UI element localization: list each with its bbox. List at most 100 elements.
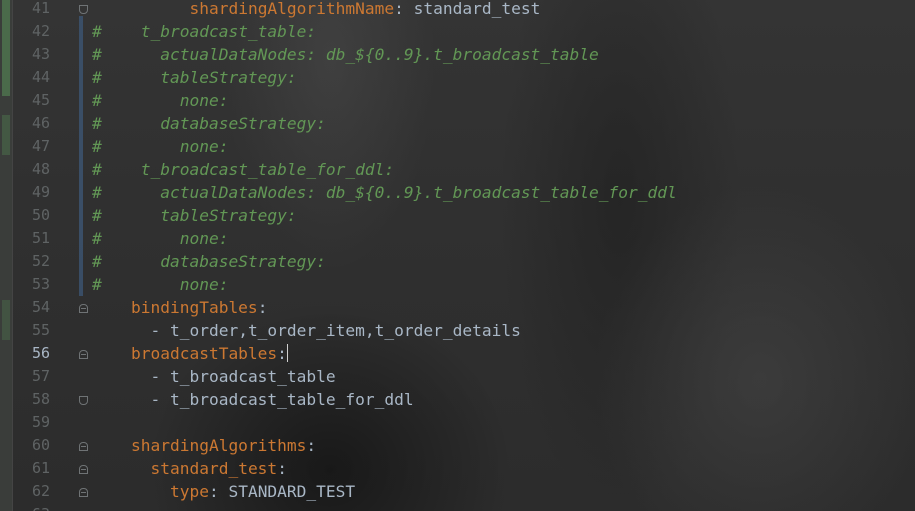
code-line[interactable]: # none: (92, 135, 228, 158)
fold-toggle-icon[interactable] (79, 5, 88, 14)
code-line[interactable] (92, 503, 112, 511)
line-number: 48 (31, 160, 50, 178)
line-number-gutter: 41 42 43 44 45 46 47 48 49 50 51 52 53 54 55 56 57 58 59 60… (12, 0, 74, 511)
fold-toggle-icon[interactable] (79, 465, 88, 474)
yaml-value: - t_order,t_order_item,t_order_details (150, 321, 521, 340)
line-number: 60 (31, 436, 50, 454)
comment-text: tableStrategy: (101, 68, 297, 87)
comment-text: databaseStrategy: (101, 114, 326, 133)
yaml-key: type (169, 482, 209, 501)
comment-text: t_broadcast_table: (101, 22, 317, 41)
comment-text: databaseStrategy: (101, 252, 326, 271)
code-line[interactable]: # t_broadcast_table_for_ddl: (92, 158, 394, 181)
yaml-value: standard_test (413, 0, 541, 18)
code-line[interactable]: type: STANDARD_TEST (92, 480, 355, 503)
vcs-change-marker (2, 115, 10, 155)
line-number: 45 (31, 91, 50, 109)
code-line[interactable]: - t_broadcast_table (92, 365, 335, 388)
line-number: 62 (31, 482, 50, 500)
comment-marker: # (92, 229, 102, 248)
line-number: 50 (31, 206, 50, 224)
line-number: 55 (31, 321, 50, 339)
comment-text: t_broadcast_table_for_ddl: (101, 160, 395, 179)
yaml-key: shardingAlgorithmName (189, 0, 395, 18)
line-number: 63 (12, 503, 50, 511)
line-number: 56 (31, 344, 50, 362)
text-caret (286, 344, 288, 362)
comment-marker: # (92, 137, 102, 156)
yaml-value: - t_broadcast_table_for_ddl (150, 390, 414, 409)
code-line[interactable]: broadcastTables: (92, 342, 288, 365)
yaml-key: shardingAlgorithms (130, 436, 307, 455)
yaml-key: standard_test (150, 459, 278, 478)
code-line[interactable]: # none: (92, 273, 228, 296)
code-line[interactable]: # t_broadcast_table: (92, 20, 316, 43)
code-area[interactable]: shardingAlgorithmName: standard_test # t_… (92, 0, 915, 511)
comment-marker: # (92, 252, 102, 271)
comment-marker: # (92, 206, 102, 225)
fold-toggle-icon[interactable] (79, 396, 88, 405)
comment-text: none: (101, 137, 229, 156)
code-line[interactable]: - t_broadcast_table_for_ddl (92, 388, 414, 411)
fold-toggle-icon[interactable] (79, 488, 88, 497)
code-line[interactable]: shardingAlgorithms: (92, 434, 316, 457)
code-line[interactable]: # tableStrategy: (92, 66, 297, 89)
yaml-separator: : (394, 0, 414, 18)
code-line[interactable]: - t_order,t_order_item,t_order_details (92, 319, 521, 342)
yaml-separator: : (306, 436, 317, 455)
line-number: 59 (31, 413, 50, 431)
fold-toggle-icon[interactable] (79, 442, 88, 451)
code-line[interactable]: bindingTables: (92, 296, 267, 319)
comment-marker: # (92, 22, 102, 41)
line-number: 57 (31, 367, 50, 385)
fold-toggle-icon[interactable] (79, 350, 88, 359)
comment-marker: # (92, 160, 102, 179)
vcs-change-marker (2, 300, 10, 340)
code-line[interactable]: # databaseStrategy: (92, 250, 326, 273)
code-line[interactable]: # databaseStrategy: (92, 112, 326, 135)
yaml-separator: : (277, 344, 287, 363)
line-number: 51 (31, 229, 50, 247)
comment-text: none: (101, 91, 229, 110)
changed-lines-bar[interactable] (79, 16, 83, 296)
comment-marker: # (92, 45, 102, 64)
fold-toggle-icon[interactable] (79, 304, 88, 313)
yaml-separator: : (257, 298, 268, 317)
line-number: 52 (31, 252, 50, 270)
code-line[interactable]: # none: (92, 227, 228, 250)
line-number: 46 (31, 114, 50, 132)
comment-marker: # (92, 114, 102, 133)
line-number: 44 (31, 68, 50, 86)
comment-marker: # (92, 68, 102, 87)
code-editor[interactable]: 41 42 43 44 45 46 47 48 49 50 51 52 53 54 55 56 57 58 59 60… (0, 0, 915, 511)
line-number: 53 (31, 275, 50, 293)
code-line[interactable]: standard_test: (92, 457, 286, 480)
comment-marker: # (92, 183, 102, 202)
code-line[interactable] (92, 411, 112, 434)
yaml-key: bindingTables (130, 298, 258, 317)
comment-text: none: (101, 229, 229, 248)
vcs-change-marker (2, 0, 10, 96)
comment-text: none: (101, 275, 229, 294)
code-line[interactable]: # actualDataNodes: db_${0..9}.t_broadcas… (92, 181, 677, 204)
yaml-separator: : (208, 482, 229, 501)
code-line[interactable]: # tableStrategy: (92, 204, 297, 227)
code-line[interactable]: shardingAlgorithmName: standard_test (92, 0, 540, 20)
line-number: 54 (31, 298, 50, 316)
line-number: 41 (31, 0, 50, 17)
comment-text: actualDataNodes: db_${0..9}.t_broadcast_… (101, 45, 599, 64)
code-line[interactable]: # none: (92, 89, 228, 112)
code-line[interactable]: # actualDataNodes: db_${0..9}.t_broadcas… (92, 43, 599, 66)
comment-text: actualDataNodes: db_${0..9}.t_broadcast_… (101, 183, 677, 202)
line-number: 61 (31, 459, 50, 477)
line-number: 43 (31, 45, 50, 63)
